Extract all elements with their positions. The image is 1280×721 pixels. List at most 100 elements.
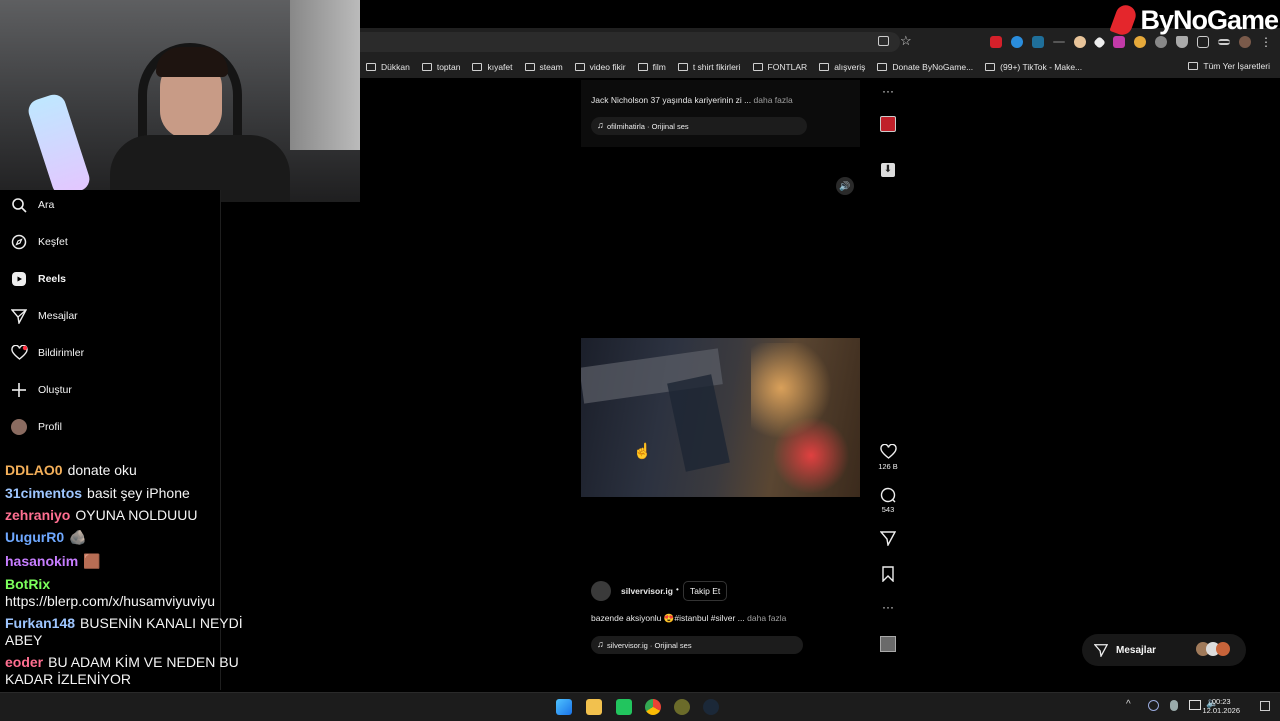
chat-message: ABEY (5, 631, 42, 650)
chat-text: BUSENİN KANALI NEYDİ (80, 615, 243, 631)
bookmark-label: FONTLAR (767, 62, 808, 72)
all-bookmarks-button[interactable]: Tüm Yer İşaretleri (1188, 61, 1270, 71)
post-username[interactable]: silvervisor.ig (621, 586, 673, 596)
address-bar[interactable]: ☆ (360, 32, 912, 52)
bookmark-icon (882, 566, 894, 583)
folder-icon (877, 63, 888, 71)
bookmark-item[interactable]: alışveriş (819, 62, 865, 72)
avatar[interactable] (591, 581, 611, 601)
audio-thumbnail[interactable] (876, 636, 900, 654)
bookmark-item[interactable]: steam (524, 62, 563, 72)
chat-text: 🪨 (69, 529, 87, 545)
microphone-icon[interactable] (1170, 700, 1178, 711)
chat-username: zehraniyo (5, 507, 71, 523)
bookmark-item[interactable]: toptan (421, 62, 460, 72)
bookmark-item[interactable]: Donate ByNoGame... (877, 62, 973, 72)
like-button[interactable]: 126 B (876, 443, 900, 471)
bookmark-label: (99+) TikTok - Make... (1000, 62, 1083, 72)
logo-text: ByNoGame (1140, 4, 1279, 35)
more-link[interactable]: daha fazla (747, 613, 786, 623)
reel-video-frame[interactable]: ☝ (581, 338, 860, 497)
caption-text: Jack Nicholson 37 yaşında kariyerinin zi… (591, 95, 752, 105)
bookmark-star-icon[interactable]: ☆ (900, 33, 912, 49)
windows-taskbar: ^ 🔈 00:23 12.01.2026 (0, 692, 1280, 721)
nav-item-create[interactable]: Oluştur (10, 381, 72, 399)
volume-icon[interactable]: 🔊 (836, 177, 854, 195)
more-options-icon[interactable]: ··· (876, 600, 900, 614)
send-icon (10, 307, 28, 325)
bookmark-item[interactable]: kıyafet (472, 62, 513, 72)
extension-icon[interactable] (1011, 36, 1023, 48)
nav-item-notifications[interactable]: Bildirimler (10, 344, 84, 362)
folder-icon (819, 63, 830, 71)
post-caption: Jack Nicholson 37 yaşında kariyerinin zi… (591, 95, 793, 105)
comment-count: 543 (881, 505, 895, 514)
comment-button[interactable]: 543 (876, 487, 900, 514)
nav-item-reels[interactable]: Reels (10, 270, 66, 288)
like-count: 126 B (878, 462, 898, 471)
video-blur-figure (667, 374, 730, 472)
bookmark-item[interactable]: FONTLAR (752, 62, 808, 72)
chevron-up-icon[interactable]: ^ (1126, 699, 1131, 710)
chat-text: KADAR İZLENİYOR (5, 671, 132, 687)
bookmark-item[interactable]: Dükkan (366, 62, 410, 72)
app-icon[interactable] (674, 699, 690, 715)
extension-icon[interactable] (1032, 36, 1044, 48)
abp-extension-icon[interactable] (990, 36, 1002, 48)
search-icon (10, 196, 28, 214)
tab-search-icon[interactable] (1218, 39, 1230, 45)
microphone-stand (25, 91, 93, 199)
install-app-icon[interactable] (878, 36, 889, 46)
save-button[interactable] (876, 566, 900, 584)
nav-item-messages[interactable]: Mesajlar (10, 307, 78, 325)
folder-icon (677, 63, 688, 71)
audio-pill[interactable]: ♫ ofilmihatirla · Orijinal ses (591, 117, 807, 135)
reels-icon (10, 270, 28, 288)
bookmark-label: t shirt fikirleri (692, 62, 741, 72)
steam-icon[interactable] (703, 699, 719, 715)
notification-icon[interactable] (1260, 701, 1270, 711)
bookmarks-bar: Dükkan toptan kıyafet steam video fikir film t… (360, 56, 1280, 79)
nav-label: Ara (38, 199, 55, 211)
chat-text: ABEY (5, 632, 43, 648)
bookmark-label: Donate ByNoGame... (892, 62, 974, 72)
chat-username: UugurR0 (5, 529, 65, 545)
system-clock[interactable]: 00:23 12.01.2026 (1202, 697, 1240, 716)
extension-icon[interactable] (1093, 35, 1106, 49)
network-icon[interactable] (1189, 700, 1201, 710)
chat-username: Furkan148 (5, 615, 76, 631)
more-link[interactable]: daha fazla (754, 95, 793, 105)
sync-icon[interactable] (1148, 700, 1159, 711)
chat-text: BU ADAM KİM VE NEDEN BU (48, 654, 239, 670)
chrome-icon[interactable] (645, 699, 661, 715)
nav-item-explore[interactable]: Keşfet (10, 233, 68, 251)
extension-icon[interactable] (1053, 41, 1065, 43)
comment-icon (880, 487, 896, 503)
download-icon[interactable]: ⬇ (876, 163, 900, 177)
audio-pill[interactable]: ♫ silvervisor.ig · Orijinal ses (591, 636, 803, 654)
streamer-person (110, 35, 290, 202)
channel-logo: ByNoGame (1109, 2, 1279, 38)
nav-item-search[interactable]: Ara (10, 196, 54, 214)
chat-app-icon[interactable] (616, 699, 632, 715)
extension-icon[interactable] (1074, 36, 1086, 48)
follow-button[interactable]: Takip Et (683, 581, 728, 601)
chat-text: 🟫 (83, 553, 101, 569)
audio-label: silvervisor.ig · Orijinal ses (607, 640, 692, 650)
bookmark-label: alışveriş (834, 62, 866, 72)
bookmark-item[interactable]: t shirt fikirleri (677, 62, 741, 72)
chat-text: donate oku (67, 462, 137, 478)
nav-label: Oluştur (38, 384, 72, 396)
nav-item-profile[interactable]: Profil (10, 418, 62, 436)
extension-overlay-icon[interactable] (876, 116, 900, 134)
mouse-cursor-icon: ☝ (633, 443, 652, 460)
bookmark-item[interactable]: video fikir (574, 62, 626, 72)
share-button[interactable] (876, 530, 900, 548)
messages-button[interactable]: Mesajlar (1082, 634, 1246, 666)
profile-avatar (10, 418, 28, 436)
windows-start-icon[interactable] (556, 699, 572, 715)
bookmark-item[interactable]: film (637, 62, 666, 72)
bookmark-item[interactable]: (99+) TikTok - Make... (985, 62, 1082, 72)
file-explorer-icon[interactable] (586, 699, 602, 715)
more-options-icon[interactable]: ··· (876, 84, 900, 98)
